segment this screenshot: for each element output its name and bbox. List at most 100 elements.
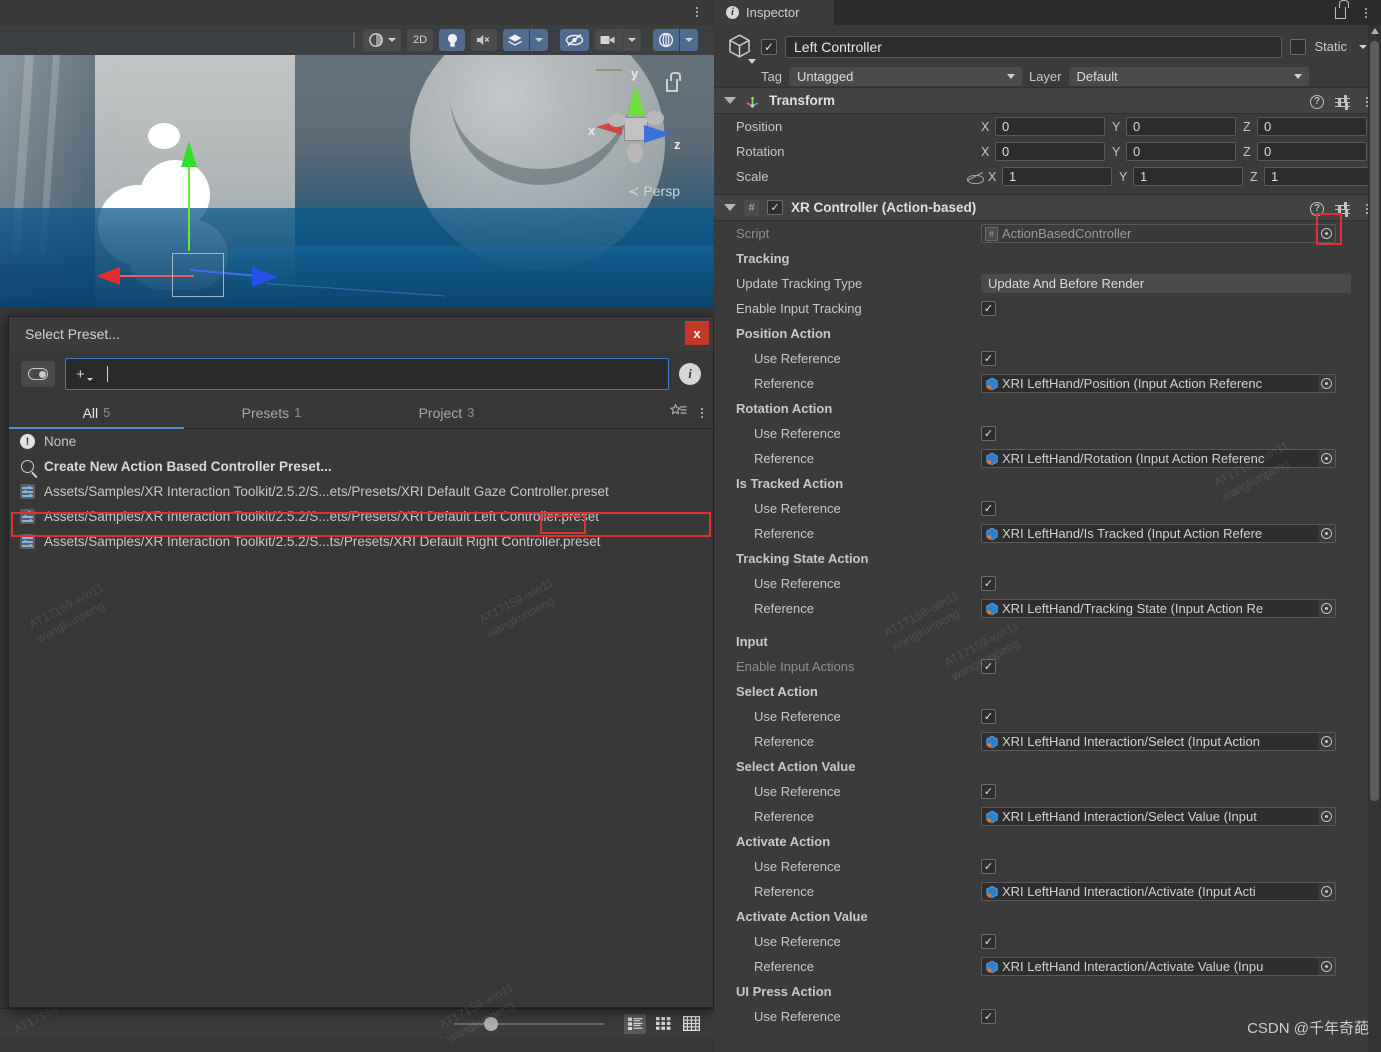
position-x-field[interactable]: 0 bbox=[995, 117, 1105, 136]
scene-gizmos-button[interactable] bbox=[653, 29, 679, 51]
lock-icon[interactable] bbox=[1335, 0, 1349, 19]
help-icon[interactable]: ? bbox=[1310, 94, 1324, 109]
object-picker-icon[interactable] bbox=[1318, 883, 1335, 900]
object-picker-icon[interactable] bbox=[1318, 808, 1335, 825]
property-object-field[interactable]: XRI LeftHand/Is Tracked (Input Action Re… bbox=[981, 524, 1336, 543]
shading-mode-button[interactable] bbox=[363, 29, 401, 51]
property-dropdown[interactable]: Update And Before Render bbox=[981, 274, 1351, 293]
property-object-field[interactable]: XRI LeftHand/Tracking State (Input Actio… bbox=[981, 599, 1336, 618]
rotation-z-field[interactable]: 0 bbox=[1257, 142, 1367, 161]
property-checkbox[interactable]: ✓ bbox=[981, 709, 996, 724]
tab-presets[interactable]: Presets 1 bbox=[184, 397, 359, 428]
gizmo-projection-label[interactable]: ≺ Persp bbox=[628, 183, 680, 200]
property-checkbox[interactable]: ✓ bbox=[981, 1009, 996, 1024]
close-button[interactable]: x bbox=[685, 321, 709, 345]
list-view-button[interactable] bbox=[624, 1013, 646, 1034]
add-filter-icon[interactable]: + bbox=[76, 366, 85, 383]
property-checkbox[interactable]: ✓ bbox=[981, 501, 996, 516]
object-picker-icon[interactable] bbox=[1318, 525, 1335, 542]
scene-viewport[interactable]: y x z ≺ Persp bbox=[0, 55, 714, 308]
scene-audio-button[interactable] bbox=[471, 29, 497, 51]
property-checkbox[interactable]: ✓ bbox=[981, 659, 996, 674]
help-icon[interactable]: ? bbox=[1310, 201, 1324, 216]
tag-dropdown[interactable]: Untagged bbox=[788, 67, 1022, 86]
property-checkbox[interactable]: ✓ bbox=[981, 351, 996, 366]
scene-tab-menu-icon[interactable] bbox=[690, 4, 704, 20]
gizmo-minus-y-ball[interactable] bbox=[627, 143, 643, 163]
foldout-arrow-icon[interactable] bbox=[724, 204, 736, 211]
gameobject-icon[interactable] bbox=[726, 33, 756, 64]
property-checkbox[interactable]: ✓ bbox=[981, 859, 996, 874]
xr-controller-enabled-checkbox[interactable]: ✓ bbox=[767, 200, 783, 215]
property-checkbox[interactable]: ✓ bbox=[981, 784, 996, 799]
list-item-left-preset[interactable]: Assets/Samples/XR Interaction Toolkit/2.… bbox=[9, 504, 713, 529]
tab-all[interactable]: All 5 bbox=[9, 397, 184, 429]
move-gizmo-y-axis[interactable] bbox=[181, 141, 197, 251]
detail-grid-view-button[interactable] bbox=[680, 1014, 702, 1034]
scale-x-field[interactable]: 1 bbox=[1002, 167, 1112, 186]
gizmo-y-cone[interactable] bbox=[627, 85, 645, 115]
thumbnail-size-slider[interactable] bbox=[454, 1016, 604, 1031]
2d-toggle-button[interactable]: 2D bbox=[407, 29, 433, 51]
chevron-down-icon[interactable] bbox=[748, 59, 756, 64]
scale-y-field[interactable]: 1 bbox=[1133, 167, 1243, 186]
info-icon[interactable]: i bbox=[679, 363, 701, 385]
list-item-create-new[interactable]: Create New Action Based Controller Prese… bbox=[9, 454, 713, 479]
scene-fx-button[interactable] bbox=[503, 29, 529, 51]
scene-camera-dropdown[interactable] bbox=[623, 29, 641, 51]
scene-lighting-button[interactable] bbox=[439, 29, 465, 51]
search-mode-toggle[interactable] bbox=[21, 361, 55, 387]
property-object-field[interactable]: XRI LeftHand Interaction/Activate Value … bbox=[981, 957, 1336, 976]
slider-handle[interactable] bbox=[484, 1016, 498, 1031]
object-picker-icon[interactable] bbox=[1318, 375, 1335, 392]
scale-z-field[interactable]: 1 bbox=[1264, 167, 1374, 186]
property-object-field[interactable]: XRI LeftHand Interaction/Select (Input A… bbox=[981, 732, 1336, 751]
property-checkbox[interactable]: ✓ bbox=[981, 426, 996, 441]
static-checkbox[interactable] bbox=[1290, 38, 1307, 55]
search-input[interactable]: + bbox=[65, 358, 669, 390]
scrollbar-thumb[interactable] bbox=[1370, 41, 1379, 801]
preset-icon[interactable] bbox=[1335, 201, 1350, 217]
gizmo-z-cone[interactable] bbox=[644, 125, 672, 143]
property-checkbox[interactable]: ✓ bbox=[981, 301, 996, 316]
gizmo-lock-icon[interactable] bbox=[666, 72, 681, 92]
scene-camera-button[interactable] bbox=[595, 29, 622, 51]
position-y-field[interactable]: 0 bbox=[1126, 117, 1236, 136]
favorites-icon[interactable] bbox=[669, 402, 687, 423]
chevron-down-icon[interactable] bbox=[1359, 44, 1367, 49]
rotation-x-field[interactable]: 0 bbox=[995, 142, 1105, 161]
inspector-scrollbar[interactable] bbox=[1368, 25, 1381, 1052]
list-item-none[interactable]: ! None bbox=[9, 429, 713, 454]
property-checkbox[interactable]: ✓ bbox=[981, 934, 996, 949]
gizmo-minus-z-ball[interactable] bbox=[646, 111, 664, 125]
rotation-y-field[interactable]: 0 bbox=[1126, 142, 1236, 161]
foldout-arrow-icon[interactable] bbox=[724, 97, 736, 104]
object-picker-icon[interactable] bbox=[1318, 958, 1335, 975]
gizmo-plus-x-ball[interactable] bbox=[608, 113, 626, 127]
scene-gizmos-dropdown[interactable] bbox=[680, 29, 698, 51]
transform-component-header[interactable]: Transform ? bbox=[714, 87, 1381, 114]
property-object-field[interactable]: XRI LeftHand Interaction/Select Value (I… bbox=[981, 807, 1336, 826]
gameobject-enabled-checkbox[interactable]: ✓ bbox=[761, 38, 777, 55]
property-object-field[interactable]: XRI LeftHand/Position (Input Action Refe… bbox=[981, 374, 1336, 393]
grid-view-button[interactable] bbox=[652, 1014, 674, 1034]
layer-dropdown[interactable]: Default bbox=[1068, 67, 1309, 86]
scroll-up-arrow-icon[interactable] bbox=[1371, 28, 1379, 34]
object-picker-icon[interactable] bbox=[1318, 450, 1335, 467]
tab-inspector[interactable]: i Inspector bbox=[714, 0, 834, 25]
scene-fx-dropdown[interactable] bbox=[530, 29, 548, 51]
scene-visibility-button[interactable] bbox=[560, 29, 589, 51]
object-picker-icon[interactable] bbox=[1318, 733, 1335, 750]
object-picker-icon[interactable] bbox=[1318, 225, 1335, 242]
move-gizmo-plane-handle[interactable] bbox=[172, 253, 224, 297]
position-z-field[interactable]: 0 bbox=[1257, 117, 1367, 136]
dialog-menu-icon[interactable] bbox=[701, 408, 703, 418]
inspector-menu-icon[interactable] bbox=[1359, 5, 1373, 21]
property-object-field[interactable]: XRI LeftHand Interaction/Activate (Input… bbox=[981, 882, 1336, 901]
object-picker-icon[interactable] bbox=[1318, 600, 1335, 617]
constrain-proportions-off-icon[interactable] bbox=[966, 170, 985, 184]
script-object-field[interactable]: # ActionBasedController bbox=[981, 224, 1336, 243]
property-object-field[interactable]: XRI LeftHand/Rotation (Input Action Refe… bbox=[981, 449, 1336, 468]
list-item-gaze-preset[interactable]: Assets/Samples/XR Interaction Toolkit/2.… bbox=[9, 479, 713, 504]
scene-orientation-gizmo[interactable]: y x z ≺ Persp bbox=[582, 65, 692, 199]
